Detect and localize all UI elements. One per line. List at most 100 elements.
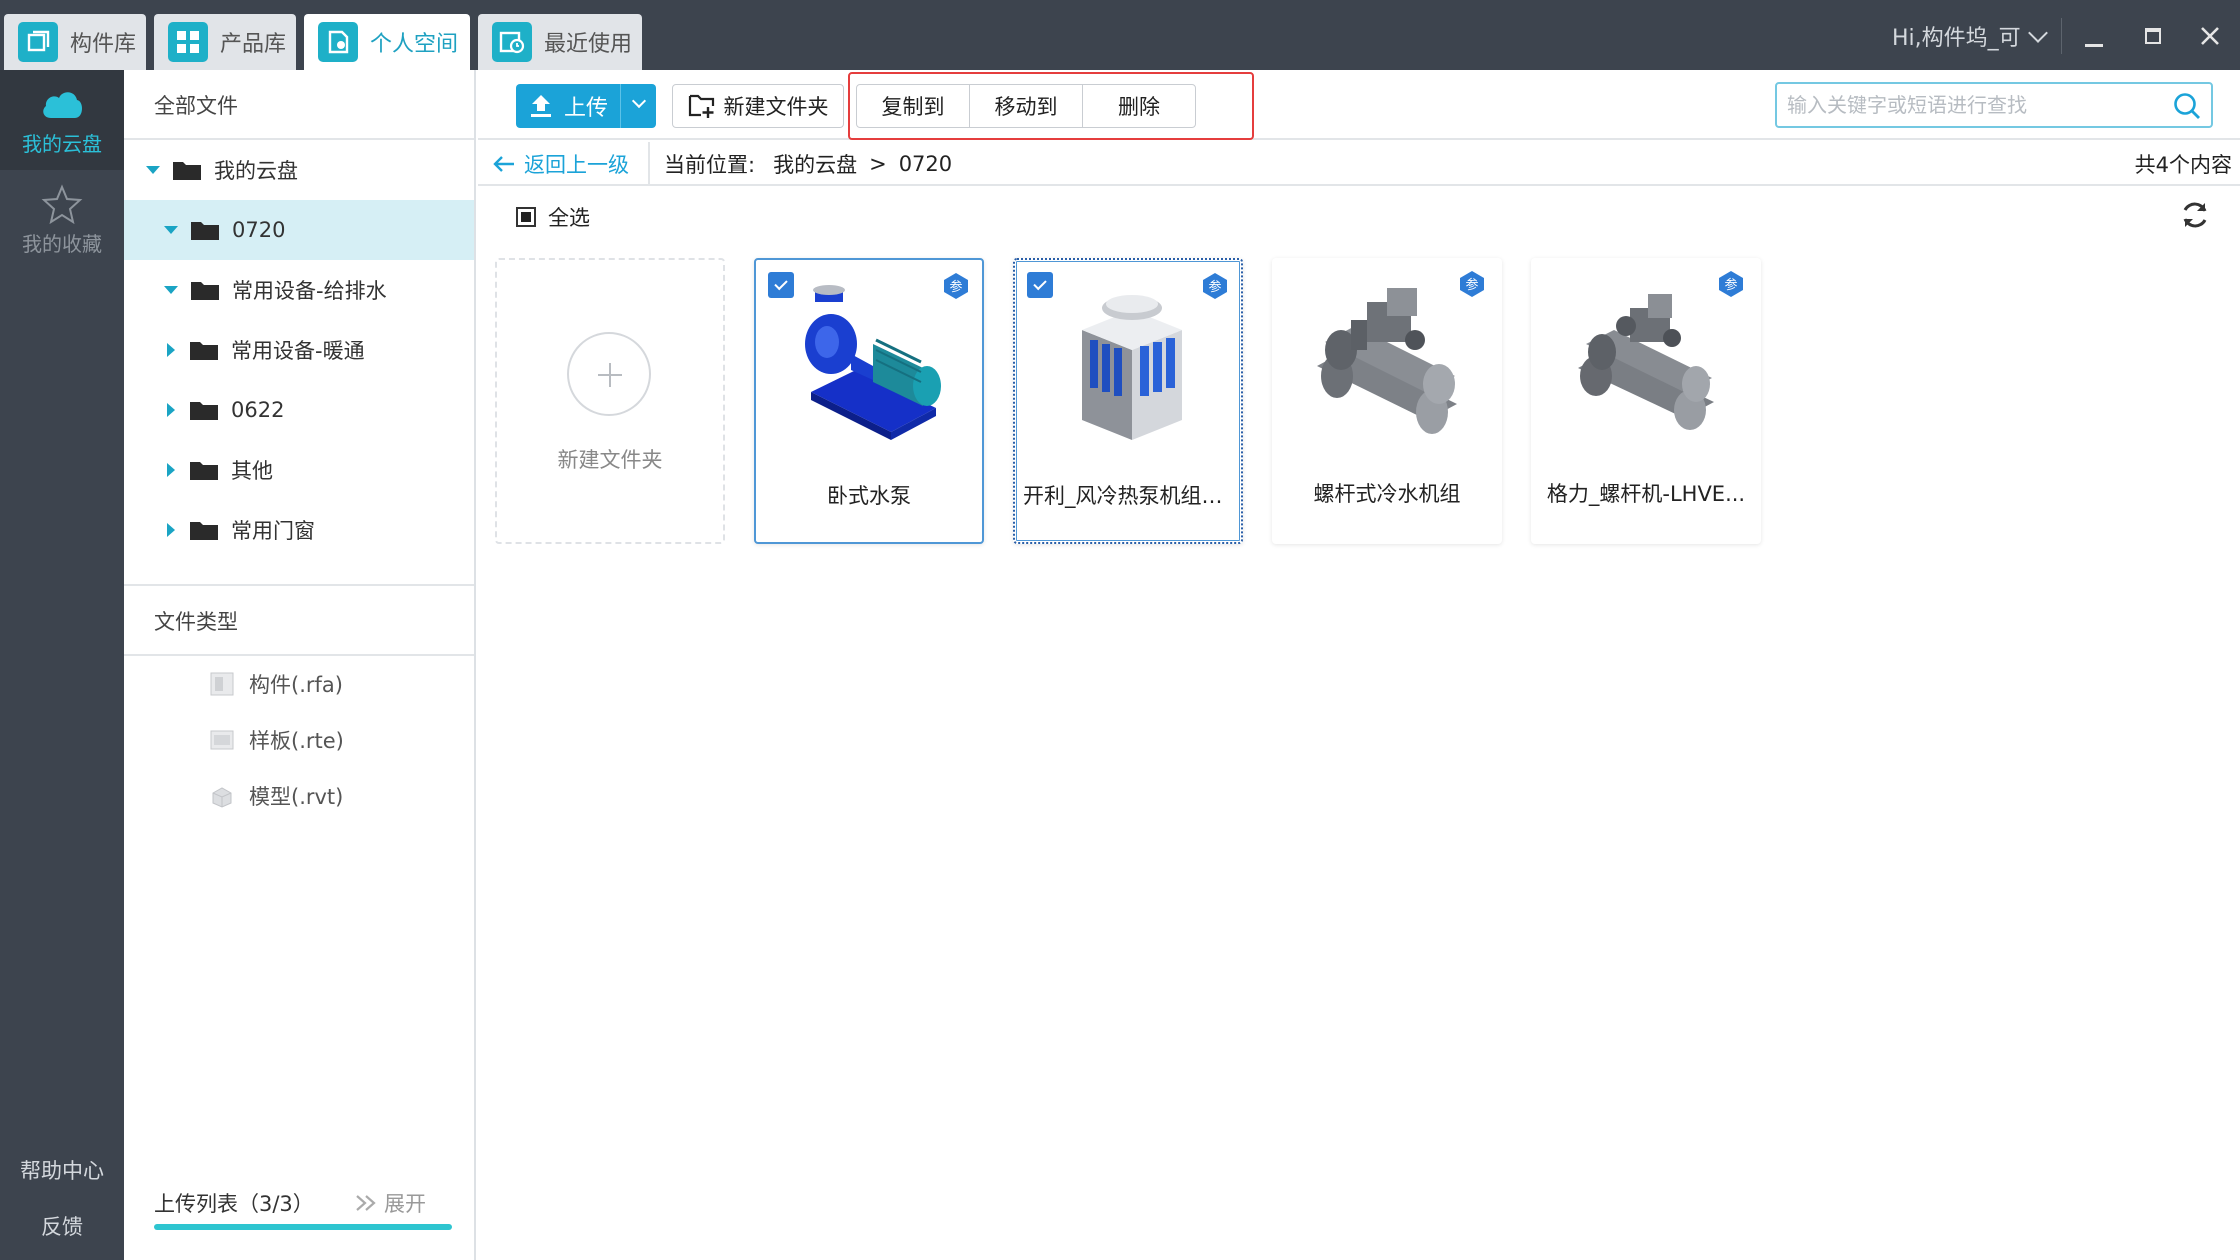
arrow-left-icon <box>493 156 514 172</box>
select-all-label: 全选 <box>548 206 590 230</box>
parametric-badge-icon: 参 <box>1203 273 1227 299</box>
tree-item-label: 常用设备-暖通 <box>231 339 365 363</box>
file-card[interactable]: 参 螺杆式冷水机组 <box>1272 258 1502 544</box>
help-center-link[interactable]: 帮助中心 <box>0 1155 124 1185</box>
screw-chiller-thumbnail <box>1578 294 1714 430</box>
copy-to-button[interactable]: 复制到 <box>857 85 970 127</box>
cloud-icon <box>43 91 83 118</box>
new-folder-label: 新建文件夹 <box>723 95 829 119</box>
tab-product-library[interactable]: 产品库 <box>154 14 296 70</box>
folder-icon <box>190 462 218 480</box>
svg-text:参: 参 <box>1465 277 1478 293</box>
new-folder-card-label: 新建文件夹 <box>557 448 663 472</box>
nav-label: 我的云盘 <box>22 131 102 156</box>
search-icon[interactable] <box>2171 90 2203 122</box>
checkbox-checked-icon[interactable] <box>768 272 794 298</box>
tree-item-label: 常用门窗 <box>231 519 315 543</box>
rte-file-icon <box>210 730 234 750</box>
new-folder-card[interactable]: 新建文件夹 <box>495 258 725 544</box>
component-library-icon <box>18 22 58 62</box>
file-name: 格力_螺杆机-LHVE... <box>1546 482 1746 506</box>
app-window: 构件库 产品库 个人空间 最近使用 Hi,构件坞_可 我的云盘 我的收藏 帮助中… <box>0 0 2240 1260</box>
all-files-title: 全部文件 <box>154 94 238 118</box>
tree-item-label: 我的云盘 <box>214 159 298 183</box>
select-all-checkbox[interactable]: 全选 <box>516 202 590 232</box>
filetype-rfa[interactable]: 构件(.rfa) <box>209 664 343 704</box>
tree-item-folder[interactable]: 常用设备-给排水 <box>124 260 474 320</box>
tab-component-library[interactable]: 构件库 <box>4 14 146 70</box>
back-label: 返回上一级 <box>524 153 629 177</box>
nav-my-favorites[interactable]: 我的收藏 <box>0 170 124 270</box>
user-menu[interactable]: Hi,构件坞_可 <box>1892 20 2048 52</box>
upload-list-label: 上传列表（3/3） <box>154 1192 314 1216</box>
tree-item-label: 常用设备-给排水 <box>232 279 387 303</box>
tree-item-folder[interactable]: 0622 <box>124 380 474 440</box>
refresh-icon[interactable] <box>2178 198 2212 232</box>
breadcrumb-item[interactable]: 我的云盘 <box>773 149 857 179</box>
product-library-icon <box>168 22 208 62</box>
file-name: 开利_风冷热泵机组3... <box>1023 484 1235 508</box>
filetype-rte[interactable]: 样板(.rte) <box>209 720 344 760</box>
checkbox-checked-icon[interactable] <box>1027 272 1053 298</box>
svg-text:参: 参 <box>949 279 962 295</box>
tab-personal-space[interactable]: 个人空间 <box>304 14 470 70</box>
chevron-down-icon[interactable] <box>631 93 647 109</box>
folder-icon <box>191 222 219 240</box>
star-icon <box>41 183 83 224</box>
nav-label: 我的收藏 <box>22 231 102 256</box>
tree-item-folder[interactable]: 常用门窗 <box>124 500 474 560</box>
tree-item-0720[interactable]: 0720 <box>124 200 474 260</box>
file-name: 螺杆式冷水机组 <box>1313 482 1461 506</box>
minimize-icon <box>2085 43 2103 47</box>
chevron-down-icon <box>2027 23 2048 43</box>
folder-icon <box>190 402 218 420</box>
svg-text:参: 参 <box>1208 279 1221 295</box>
divider <box>124 584 474 586</box>
divider <box>620 84 621 128</box>
tree-item-my-cloud[interactable]: 我的云盘 <box>124 140 474 200</box>
recent-use-icon <box>492 22 532 62</box>
divider <box>648 142 650 186</box>
upload-label: 上传 <box>564 96 609 121</box>
collapse-arrow-icon <box>167 403 175 417</box>
new-folder-button[interactable]: 新建文件夹 <box>672 84 844 128</box>
tree-item-folder[interactable]: 其他 <box>124 440 474 500</box>
main-content: 上传 新建文件夹 复制到 移动到 删除 返回上一级 <box>478 70 2240 1260</box>
tree-item-folder[interactable]: 常用设备-暖通 <box>124 320 474 380</box>
file-card[interactable]: 参 开利_风冷热泵机组3... <box>1013 258 1243 544</box>
search-input[interactable] <box>1777 84 2157 126</box>
minimize-button[interactable] <box>2074 16 2114 56</box>
file-card[interactable]: 参 格力_螺杆机-LHVE... <box>1531 258 1761 544</box>
search-box <box>1775 82 2213 128</box>
expand-button[interactable]: 展开 <box>354 1188 426 1218</box>
upload-progress-bar <box>154 1224 452 1230</box>
back-button[interactable]: 返回上一级 <box>492 142 629 186</box>
move-to-button[interactable]: 移动到 <box>970 85 1083 127</box>
breadcrumb-separator: > <box>869 152 887 176</box>
collapse-arrow-icon <box>167 463 175 477</box>
delete-button[interactable]: 删除 <box>1083 85 1195 127</box>
filetype-rvt[interactable]: 模型(.rvt) <box>209 776 343 816</box>
collapse-arrow-icon <box>167 343 175 357</box>
breadcrumb-item[interactable]: 0720 <box>899 152 952 176</box>
personal-space-icon <box>318 22 358 62</box>
toolbar: 上传 新建文件夹 复制到 移动到 删除 <box>478 70 2240 140</box>
checkbox-partial-icon <box>516 207 536 227</box>
tab-label: 产品库 <box>220 32 287 57</box>
title-bar: 构件库 产品库 个人空间 最近使用 Hi,构件坞_可 <box>0 0 2240 70</box>
nav-my-cloud[interactable]: 我的云盘 <box>0 70 124 170</box>
tab-label: 构件库 <box>70 32 137 57</box>
maximize-button[interactable] <box>2133 16 2173 56</box>
rfa-file-icon <box>210 672 234 696</box>
upload-button[interactable]: 上传 <box>516 84 656 128</box>
folder-icon <box>190 342 218 360</box>
divider <box>2061 18 2062 54</box>
file-card[interactable]: 参 卧式水泵 <box>754 258 984 544</box>
feedback-link[interactable]: 反馈 <box>0 1211 124 1241</box>
upload-list[interactable]: 上传列表（3/3） 展开 <box>154 1188 454 1230</box>
close-button[interactable] <box>2190 16 2230 56</box>
tab-recent-use[interactable]: 最近使用 <box>478 14 642 70</box>
filetype-label: 模型(.rvt) <box>249 785 344 809</box>
plus-icon <box>567 332 651 416</box>
user-greeting: Hi,构件坞_可 <box>1892 26 2021 51</box>
